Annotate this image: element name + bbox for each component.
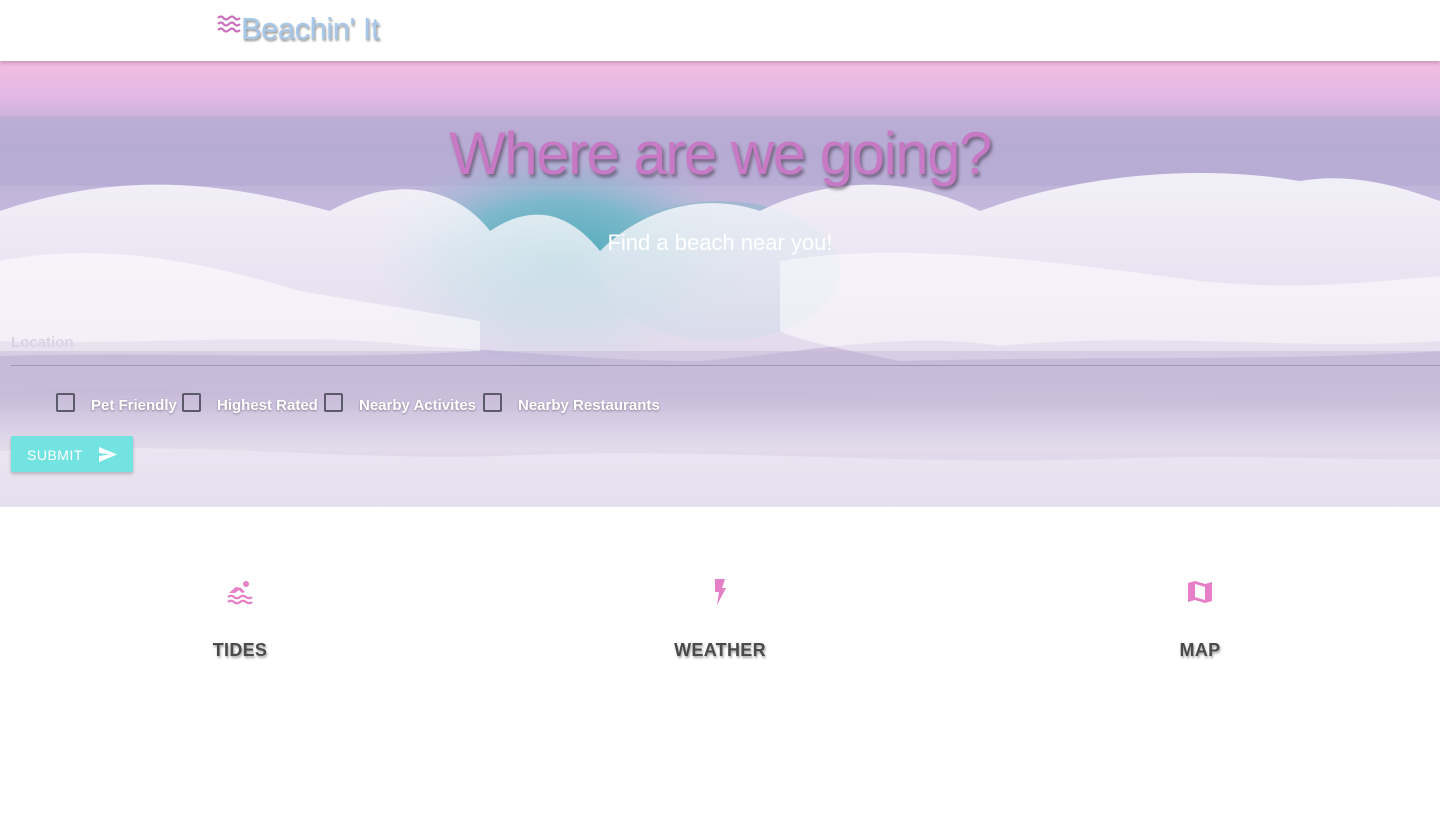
bolt-icon [715,579,726,605]
nearby-restaurants-checkbox[interactable] [483,393,502,412]
pet-friendly-checkbox[interactable] [56,393,75,412]
feature-tides: TIDES [120,578,360,661]
hero-subtitle: Find a beach near you! [607,230,833,255]
nearby-restaurants-label: Nearby Restaurants [518,397,660,414]
hero-title: Where are we going? [449,120,992,187]
map-label: MAP [1179,640,1221,660]
tides-label: TIDES [212,640,268,660]
nearby-activities-label: Nearby Activites [359,397,476,414]
nearby-activities-checkbox[interactable] [324,393,343,412]
map-icon [1188,581,1212,603]
location-label: Location [11,334,74,351]
navbar: Beachin' It [0,0,1440,61]
feature-map: MAP [1080,578,1320,661]
location-input[interactable] [11,329,1440,366]
pet-friendly-label: Pet Friendly [91,397,177,414]
brand-logo-link[interactable]: Beachin' It [217,10,380,48]
swimmer-icon [227,581,253,605]
feature-weather: WEATHER [600,578,840,661]
hero-section: Where are we going? Find a beach near yo… [0,61,1440,507]
submit-button[interactable]: SUBMIT [11,436,133,472]
waves-icon [217,15,241,33]
send-icon [99,447,117,462]
highest-rated-label: Highest Rated [217,397,318,414]
submit-label: SUBMIT [27,447,83,463]
brand-text: Beachin' It [241,11,380,46]
highest-rated-checkbox[interactable] [182,393,201,412]
weather-label: WEATHER [674,640,766,660]
